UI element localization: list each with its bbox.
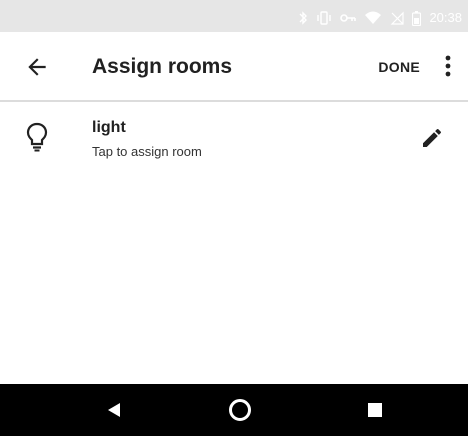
back-button[interactable] [24,54,50,80]
more-vert-icon [445,55,451,77]
screen: 20:38 Assign rooms DONE light Tap to ass… [0,0,468,436]
arrow-left-icon [28,58,46,76]
status-bar: 20:38 [0,0,468,32]
device-subtitle: Tap to assign room [92,144,202,159]
status-time: 20:38 [429,10,462,25]
circle-home-icon [229,399,251,421]
vibrate-icon [316,11,332,25]
edit-button[interactable] [420,126,444,150]
lightbulb-icon [26,122,48,152]
device-name: light [92,119,126,136]
no-sim-icon [390,11,405,25]
done-button[interactable]: DONE [378,58,420,76]
page-title: Assign rooms [92,55,233,78]
square-recents-icon [368,403,382,417]
nav-recents-button[interactable] [368,403,382,417]
list-item[interactable]: light Tap to assign room [0,102,468,178]
wifi-icon [364,11,382,25]
navigation-bar [0,384,468,436]
status-icons: 20:38 [298,10,462,26]
nav-home-button[interactable] [228,398,252,422]
pencil-icon [423,128,442,147]
app-bar: Assign rooms DONE [0,32,468,102]
battery-icon [412,10,422,26]
overflow-menu-button[interactable] [436,52,460,80]
triangle-back-icon [108,403,120,417]
vpn-key-icon [340,13,357,23]
bluetooth-icon [298,11,308,25]
nav-back-button[interactable] [107,402,121,418]
